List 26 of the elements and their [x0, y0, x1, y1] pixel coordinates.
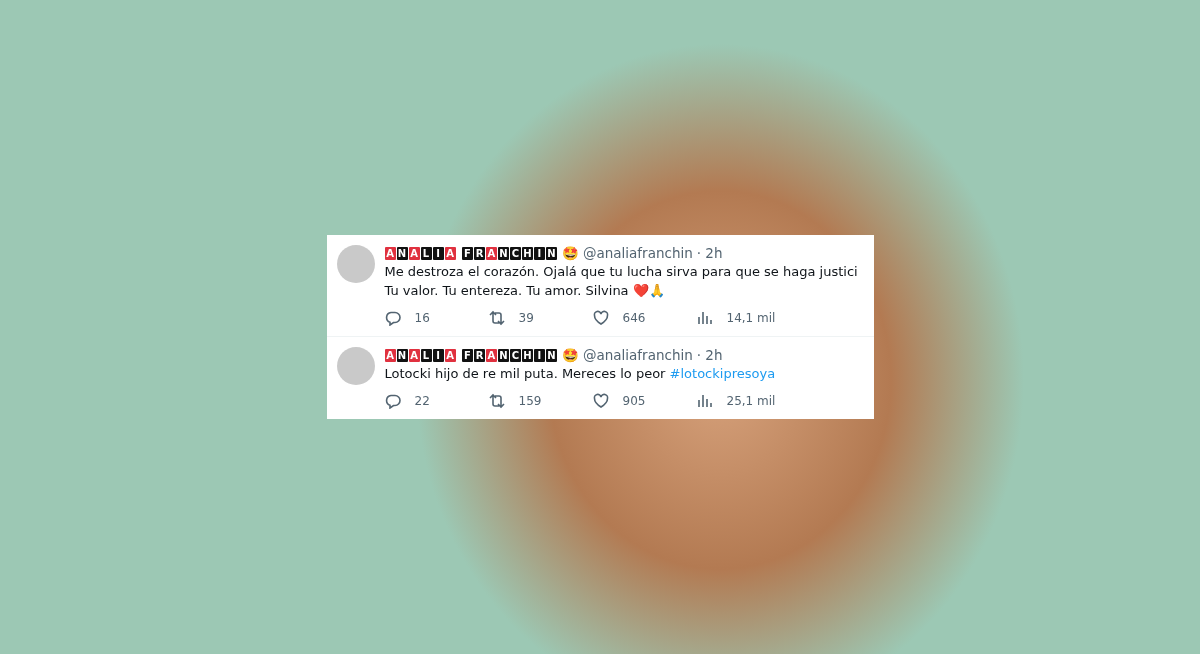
retweet-icon[interactable]: [488, 393, 505, 409]
retweet-count: 159: [518, 394, 542, 408]
views-chart-icon[interactable]: [696, 310, 713, 326]
star-eyes-emoji: 🤩: [562, 245, 579, 261]
user-handle[interactable]: @analiafranchin: [583, 347, 693, 363]
like-count: 646: [622, 311, 646, 325]
star-eyes-emoji: 🤩: [562, 347, 579, 363]
view-count: 25,1 mil: [726, 394, 776, 408]
tweet-time: · 2h: [696, 347, 723, 363]
like-count: 905: [622, 394, 646, 408]
heart-icon[interactable]: [592, 310, 609, 326]
retweet-count: 39: [518, 311, 534, 325]
reply-icon[interactable]: [384, 393, 401, 409]
tweet-text: Lotocki hijo de re mil puta. Mereces lo peor #lotockipresoya: [384, 365, 776, 383]
reply-icon[interactable]: [384, 310, 401, 326]
display-name[interactable]: A N A L I A F R A N C H I N: [384, 246, 558, 260]
tweet-text: Me destroza el corazón. Ojalá que tu lucha sirva para que se haga justici Tu valor. Tu entereza. Tu amor. Silvina ❤🙏: [384, 263, 858, 300]
user-handle[interactable]: @analiafranchin: [583, 245, 693, 261]
heart-icon[interactable]: [592, 393, 609, 409]
view-count: 14,1 mil: [726, 311, 776, 325]
retweet-icon[interactable]: [488, 310, 505, 326]
reply-count: 16: [414, 311, 430, 325]
display-name[interactable]: A N A L I A F R A N C H I N: [384, 348, 558, 362]
reply-count: 22: [414, 394, 430, 408]
views-chart-icon[interactable]: [696, 393, 713, 409]
tweet-time: · 2h: [696, 245, 723, 261]
